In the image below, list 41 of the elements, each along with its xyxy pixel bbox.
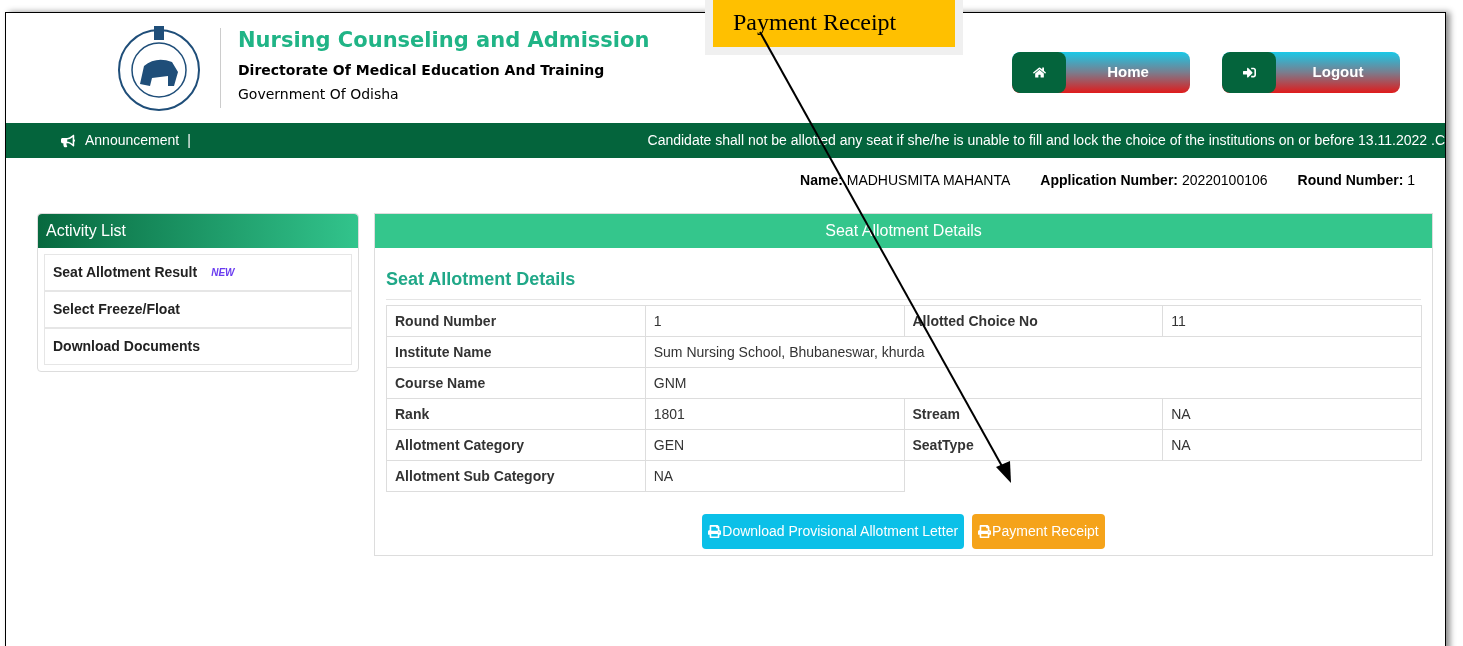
field-label: Stream bbox=[904, 398, 1163, 430]
home-icon bbox=[1032, 65, 1046, 79]
field-label: Rank bbox=[386, 398, 646, 430]
field-value: 1801 bbox=[645, 398, 904, 430]
new-label: NEW bbox=[211, 266, 235, 280]
field-value: GEN bbox=[645, 429, 904, 461]
logout-button[interactable]: Logout bbox=[1222, 51, 1400, 93]
field-label: SeatType bbox=[904, 429, 1163, 461]
field-label: Allotment Category bbox=[386, 429, 646, 461]
organization-name: Government Of Odisha bbox=[238, 84, 400, 104]
site-title: Nursing Counseling and Admission bbox=[238, 27, 650, 55]
field-value: GNM bbox=[645, 367, 1422, 399]
activity-item[interactable]: Select Freeze/Float bbox=[44, 291, 352, 328]
field-value: Sum Nursing School, Bhubaneswar, khurda bbox=[645, 336, 1422, 368]
activity-title: Activity List bbox=[38, 214, 358, 248]
candidate-info: Round Number: 1 bbox=[1297, 171, 1415, 190]
login-icon bbox=[1242, 65, 1256, 79]
candidate-info: Name: MADHUSMITA MAHANTA bbox=[800, 171, 1011, 190]
activity-item[interactable]: Download Documents bbox=[44, 328, 352, 365]
section-heading: Seat Allotment Details bbox=[386, 266, 1421, 300]
announcement-text: Candidate shall not be allotted any seat if she/he is unable to fill and lock the choice of the institutions on or before 13.11.2022 .C bbox=[647, 131, 1445, 150]
callout-label: Payment Receipt bbox=[713, 0, 955, 47]
home-button[interactable]: Home bbox=[1012, 51, 1190, 93]
megaphone-icon bbox=[61, 133, 75, 148]
field-label: Allotment Sub Category bbox=[386, 460, 646, 492]
field-label: Course Name bbox=[386, 367, 646, 399]
field-label: Round Number bbox=[386, 305, 646, 337]
candidate-info: Application Number: 20220100106 bbox=[1040, 171, 1268, 190]
separator-mark: | bbox=[187, 131, 191, 150]
print-icon bbox=[978, 525, 992, 538]
field-value: NA bbox=[645, 460, 904, 492]
field-value: 1 bbox=[645, 305, 904, 337]
download-letter-button[interactable]: Download Provisional Allotment Letter bbox=[702, 514, 965, 549]
field-value: NA bbox=[1162, 429, 1422, 461]
field-value: NA bbox=[1162, 398, 1422, 430]
field-value: 11 bbox=[1162, 305, 1422, 337]
announcement-label: Announcement bbox=[85, 131, 180, 150]
print-icon bbox=[708, 525, 722, 538]
activity-item[interactable]: Seat Allotment Result NEW bbox=[44, 254, 352, 291]
field-label: Institute Name bbox=[386, 336, 646, 368]
site-subtitle: Directorate Of Medical Education And Training bbox=[238, 60, 606, 80]
